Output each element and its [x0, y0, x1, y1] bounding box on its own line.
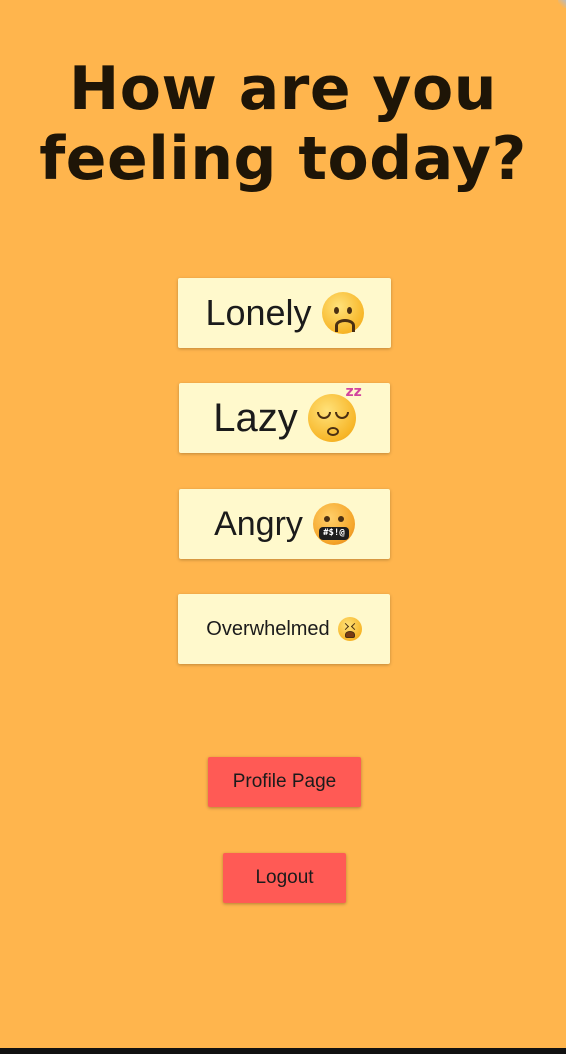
logout-button[interactable]: Logout [223, 853, 346, 903]
sleeping-face-icon: zz [307, 384, 362, 442]
title-line-2: feeling today? [39, 124, 527, 194]
mood-button-overwhelmed[interactable]: Overwhelmed [178, 594, 390, 664]
tired-face-icon [337, 617, 362, 641]
grawlix: #$!@ [318, 527, 349, 540]
page-title: How are you feeling today? [0, 54, 566, 194]
mood-button-lonely[interactable]: Lonely [178, 278, 391, 348]
mood-button-lazy[interactable]: Lazy zz [179, 383, 390, 453]
window-corner [558, 0, 566, 8]
mood-label-lonely: Lonely [205, 292, 312, 333]
mood-label-overwhelmed: Overwhelmed [206, 617, 330, 640]
mood-button-angry[interactable]: Angry #$!@ [179, 489, 390, 559]
title-line-1: How are you [69, 54, 497, 124]
system-nav-bar [0, 1048, 566, 1054]
worried-face-icon [321, 292, 364, 334]
face-with-symbols-on-mouth-icon: #$!@ [312, 503, 355, 545]
mood-label-lazy: Lazy [213, 395, 298, 440]
profile-page-button[interactable]: Profile Page [208, 757, 361, 807]
mood-label-angry: Angry [214, 504, 303, 543]
